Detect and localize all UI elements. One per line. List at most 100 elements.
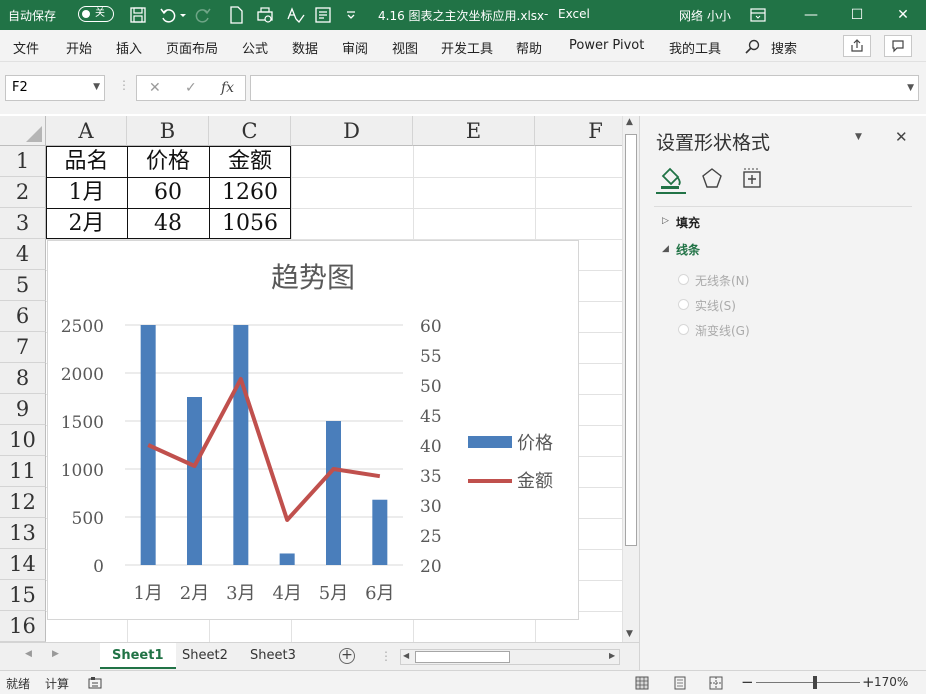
line-section[interactable]: 线条 <box>676 241 700 258</box>
name-box[interactable]: F2 ▼ <box>5 75 105 101</box>
cancel-icon[interactable]: ✕ <box>149 80 161 96</box>
sheet-tab-sheet2[interactable]: Sheet2 <box>170 643 240 669</box>
radio-no-line[interactable] <box>678 274 689 285</box>
row-header[interactable]: 11 <box>0 456 46 487</box>
autosave-toggle[interactable]: 关 <box>78 6 114 22</box>
tab-insert[interactable]: 插入 <box>116 38 142 57</box>
column-header-d[interactable]: D <box>291 116 413 146</box>
tab-my-tools[interactable]: 我的工具 <box>669 38 721 57</box>
maximize-button[interactable]: ☐ <box>834 0 880 30</box>
customize-toolbar-icon[interactable] <box>344 5 358 25</box>
column-header-a[interactable]: A <box>46 116 127 146</box>
scroll-right-icon[interactable]: ▶ <box>609 651 615 660</box>
row-header[interactable]: 15 <box>0 580 46 611</box>
chart-area[interactable]: 趋势图 0 500 1000 1500 2000 2500 20 25 30 35 40 45 50 55 6… <box>47 240 579 620</box>
row-header[interactable]: 6 <box>0 301 46 332</box>
tab-review[interactable]: 审阅 <box>342 38 368 57</box>
print-preview-icon[interactable] <box>255 5 275 25</box>
cell-b2[interactable]: 60 <box>127 177 209 208</box>
cell-c2[interactable]: 1260 <box>209 177 291 208</box>
macro-record-icon[interactable] <box>88 676 102 690</box>
zoom-out-button[interactable]: − <box>741 673 754 691</box>
sheet-tab-sheet1[interactable]: Sheet1 <box>100 643 176 669</box>
formula-input[interactable]: ▼ <box>250 75 919 101</box>
vertical-scroll-thumb[interactable] <box>625 134 637 546</box>
option-gradient-line[interactable]: 渐变线(G) <box>695 322 750 339</box>
add-sheet-button[interactable]: + <box>339 648 355 664</box>
comments-button[interactable] <box>884 35 912 57</box>
cell-b1[interactable]: 价格 <box>127 146 209 177</box>
cell-c3[interactable]: 1056 <box>209 208 291 239</box>
row-header[interactable]: 12 <box>0 487 46 518</box>
spellcheck-icon[interactable] <box>285 5 305 25</box>
column-header-b[interactable]: B <box>127 116 209 146</box>
tab-page-layout[interactable]: 页面布局 <box>166 38 218 57</box>
row-header[interactable]: 5 <box>0 270 46 301</box>
new-file-icon[interactable] <box>226 5 246 25</box>
normal-view-icon[interactable] <box>635 676 649 690</box>
cell-c1[interactable]: 金额 <box>209 146 291 177</box>
row-header[interactable]: 4 <box>0 239 46 270</box>
tab-file[interactable]: 文件 <box>13 38 39 57</box>
ribbon-display-icon[interactable] <box>748 5 768 25</box>
row-header[interactable]: 16 <box>0 611 46 642</box>
form-icon[interactable] <box>313 5 333 25</box>
close-button[interactable]: ✕ <box>880 0 926 30</box>
row-header[interactable]: 14 <box>0 549 46 580</box>
horizontal-scroll-thumb[interactable] <box>415 651 510 663</box>
chevron-right-icon[interactable]: ▷ <box>662 216 669 226</box>
row-header[interactable]: 8 <box>0 363 46 394</box>
row-header[interactable]: 10 <box>0 425 46 456</box>
vertical-scrollbar[interactable]: ▲ ▼ <box>622 116 639 646</box>
chevron-down-icon[interactable]: ◢ <box>662 244 669 254</box>
column-header-e[interactable]: E <box>413 116 535 146</box>
size-properties-icon[interactable] <box>740 166 764 190</box>
chevron-down-icon[interactable]: ▼ <box>93 82 100 92</box>
undo-dropdown-icon[interactable] <box>178 5 188 25</box>
save-icon[interactable] <box>128 5 148 25</box>
tab-help[interactable]: 帮助 <box>516 38 542 57</box>
share-button[interactable] <box>843 35 871 57</box>
minimize-button[interactable]: — <box>788 0 834 30</box>
column-header-c[interactable]: C <box>209 116 291 146</box>
tab-data[interactable]: 数据 <box>292 38 318 57</box>
tab-home[interactable]: 开始 <box>66 38 92 57</box>
tab-scroll-right-icon[interactable]: ▶ <box>52 649 59 659</box>
fill-section[interactable]: 填充 <box>676 214 700 231</box>
scroll-left-icon[interactable]: ◀ <box>403 651 409 660</box>
insert-function-icon[interactable]: fx <box>221 80 234 96</box>
tab-power-pivot[interactable]: Power Pivot <box>569 38 644 53</box>
select-all-button[interactable] <box>0 116 46 146</box>
tab-view[interactable]: 视图 <box>392 38 418 57</box>
cell-a2[interactable]: 1月 <box>46 177 127 208</box>
cell-b3[interactable]: 48 <box>127 208 209 239</box>
tab-developer[interactable]: 开发工具 <box>441 38 493 57</box>
row-header[interactable]: 2 <box>0 177 46 208</box>
zoom-in-button[interactable]: + <box>862 673 875 691</box>
pane-options-button[interactable]: ▼ <box>855 132 862 142</box>
option-no-line[interactable]: 无线条(N) <box>695 272 749 289</box>
row-header[interactable]: 9 <box>0 394 46 425</box>
row-header[interactable]: 13 <box>0 518 46 549</box>
page-break-view-icon[interactable] <box>709 676 723 690</box>
search-label[interactable]: 搜索 <box>771 38 797 57</box>
zoom-level[interactable]: 170% <box>874 675 908 689</box>
row-header[interactable]: 3 <box>0 208 46 239</box>
tab-scroll-left-icon[interactable]: ◀ <box>25 649 32 659</box>
radio-gradient-line[interactable] <box>678 324 689 335</box>
pane-close-button[interactable]: ✕ <box>895 128 908 146</box>
tab-formulas[interactable]: 公式 <box>242 38 268 57</box>
effects-icon[interactable] <box>700 166 724 190</box>
column-header-f[interactable]: F <box>535 116 622 146</box>
status-calculate[interactable]: 计算 <box>45 675 69 692</box>
search-icon[interactable] <box>745 39 761 55</box>
horizontal-scrollbar[interactable]: ◀ ▶ <box>400 649 620 665</box>
scroll-down-icon[interactable]: ▼ <box>626 629 633 639</box>
scroll-up-icon[interactable]: ▲ <box>626 117 633 127</box>
row-header[interactable]: 7 <box>0 332 46 363</box>
sheet-tab-sheet3[interactable]: Sheet3 <box>238 643 308 669</box>
expand-formula-icon[interactable]: ▼ <box>907 83 914 93</box>
undo-icon[interactable] <box>158 5 178 25</box>
fill-line-icon[interactable] <box>658 164 684 190</box>
user-name[interactable]: 网络 小小 <box>679 7 731 24</box>
